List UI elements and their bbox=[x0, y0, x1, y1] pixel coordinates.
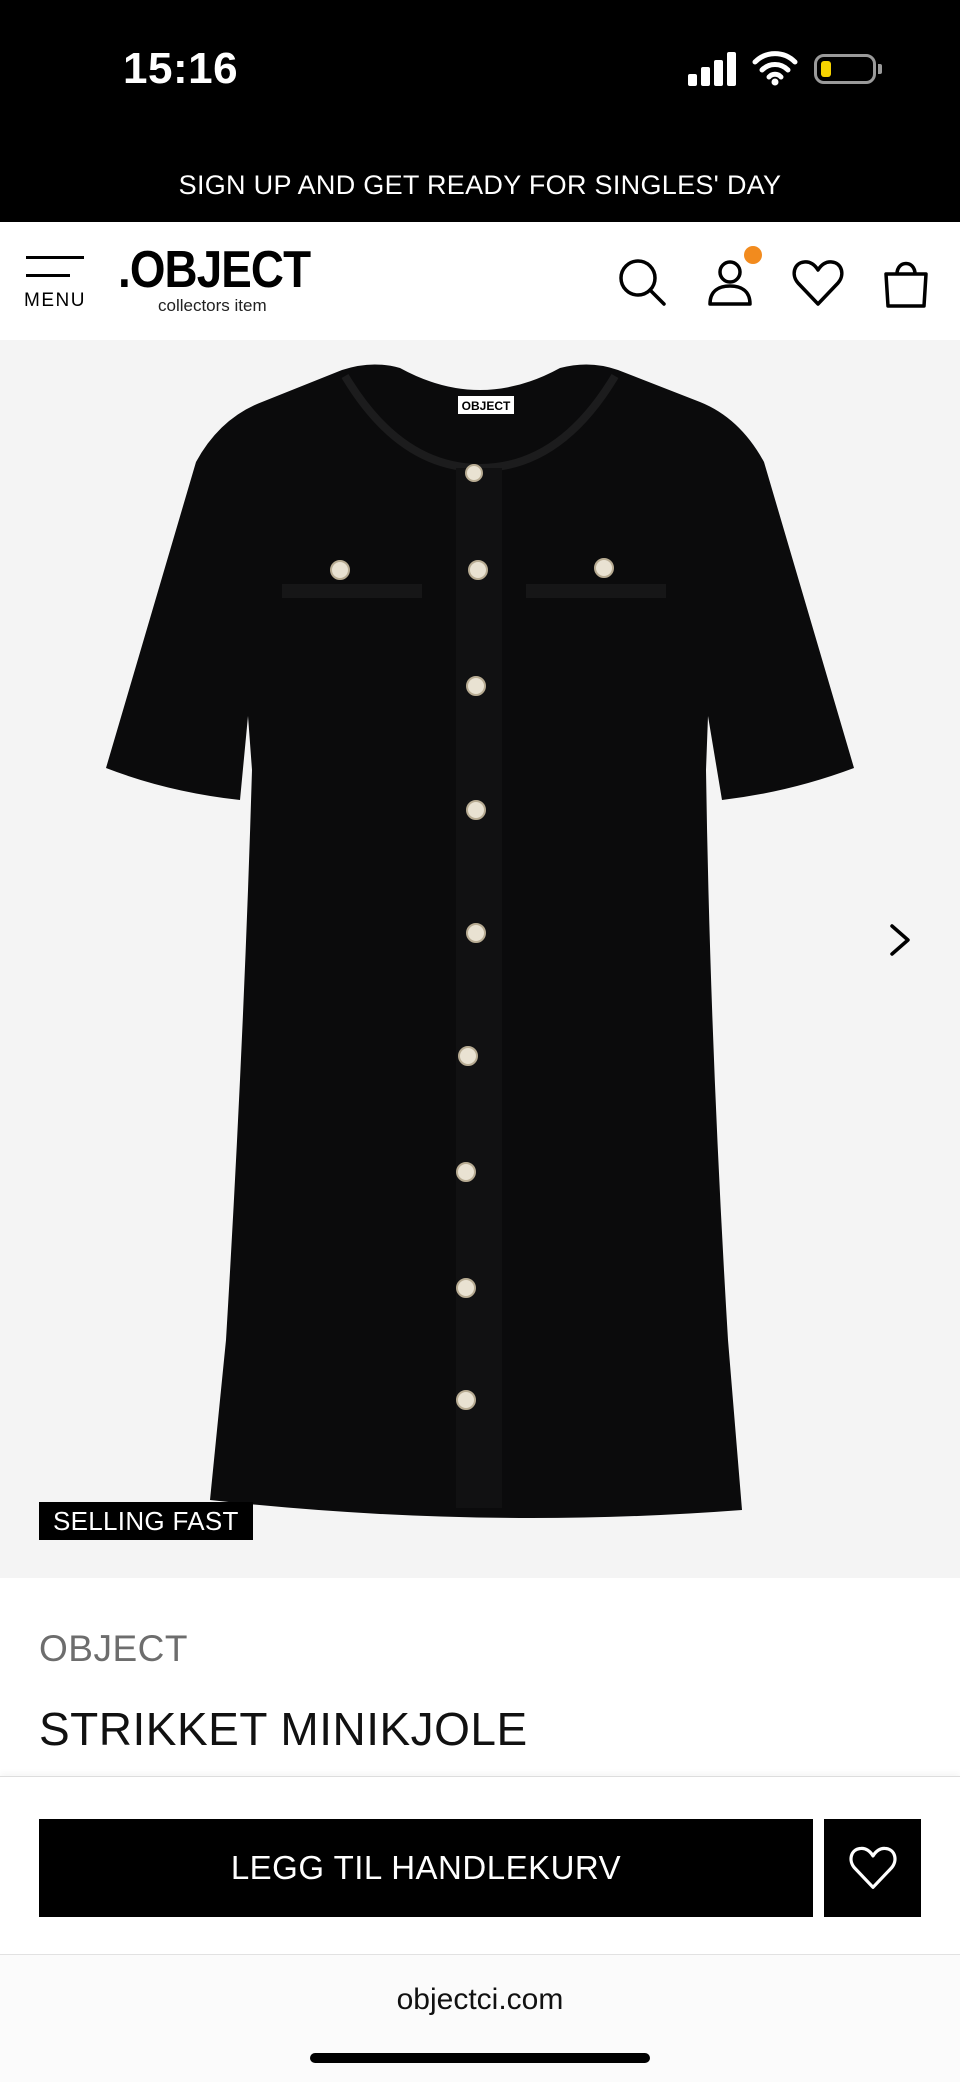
battery-icon bbox=[814, 54, 882, 84]
site-header: MENU .OBJECT collectors item bbox=[0, 222, 960, 341]
sticky-action-bar: LEGG TIL HANDLEKURV bbox=[0, 1776, 960, 1955]
notification-dot bbox=[744, 246, 762, 264]
home-indicator[interactable] bbox=[310, 2053, 650, 2063]
logo-wordmark: .OBJECT bbox=[118, 241, 311, 299]
promo-banner[interactable]: SIGN UP AND GET READY FOR SINGLES' DAY bbox=[0, 140, 960, 222]
cellular-signal-icon bbox=[688, 52, 738, 86]
add-to-cart-button[interactable]: LEGG TIL HANDLEKURV bbox=[39, 1819, 813, 1917]
browser-url-bar: objectci.com bbox=[0, 1954, 960, 2082]
add-to-wishlist-button[interactable] bbox=[824, 1819, 921, 1917]
status-bar: 15:16 bbox=[0, 0, 960, 140]
svg-text:OBJECT: OBJECT bbox=[462, 399, 511, 413]
product-image-gallery[interactable]: OBJECT SELLING FAST bbox=[0, 340, 960, 1578]
status-time: 15:16 bbox=[123, 44, 239, 93]
product-name: STRIKKET MINIKJOLE bbox=[39, 1703, 528, 1755]
selling-fast-badge: SELLING FAST bbox=[39, 1502, 253, 1540]
heart-icon bbox=[848, 1846, 897, 1889]
product-image: OBJECT bbox=[106, 364, 854, 1518]
url-text[interactable]: objectci.com bbox=[0, 1983, 960, 2017]
next-image-arrow-icon[interactable] bbox=[880, 920, 920, 960]
menu-button[interactable]: MENU bbox=[24, 252, 92, 322]
bag-icon[interactable] bbox=[878, 252, 934, 312]
hamburger-icon bbox=[26, 256, 84, 259]
product-brand[interactable]: OBJECT bbox=[39, 1628, 188, 1670]
search-icon[interactable] bbox=[614, 252, 670, 312]
menu-label: MENU bbox=[24, 290, 86, 311]
logo-tagline: collectors item bbox=[158, 296, 267, 315]
wifi-icon bbox=[752, 50, 798, 86]
wishlist-icon[interactable] bbox=[790, 252, 846, 312]
brand-logo[interactable]: .OBJECT collectors item bbox=[118, 242, 336, 316]
